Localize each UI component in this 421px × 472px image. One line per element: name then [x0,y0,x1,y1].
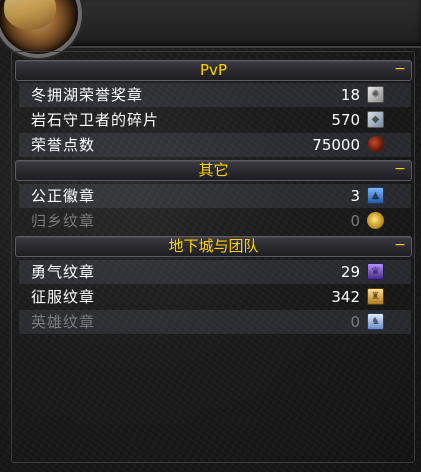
top-title-bar [60,0,421,48]
currency-count: 0 [350,313,360,331]
currency-count: 0 [350,212,360,230]
currency-name: 岩石守卫者的碎片 [31,111,160,129]
currency-row[interactable]: 公正徽章 3 ▲ [19,184,411,208]
currency-count: 570 [331,111,360,129]
currency-row[interactable]: 冬拥湖荣誉奖章 18 ✺ [19,83,411,107]
currency-name: 公正徽章 [31,187,96,205]
currency-name: 勇气纹章 [31,263,96,281]
currency-count: 18 [340,86,360,104]
currency-count: 29 [340,263,360,281]
collapse-icon[interactable]: − [392,62,408,77]
currency-row[interactable]: 勇气纹章 29 ♛ [19,260,411,284]
honor-points-icon [368,136,384,152]
currency-count: 75000 [312,136,360,154]
currency-row[interactable]: 荣誉点数 75000 [19,133,411,157]
section-header-pvp[interactable]: PvP − [15,60,412,81]
section-header-other[interactable]: 其它 − [15,160,412,181]
currency-count: 342 [331,288,360,306]
currency-name: 归乡纹章 [31,212,96,230]
currency-name: 英雄纹章 [31,313,96,331]
collapse-icon[interactable]: − [392,238,408,253]
section-title: 其它 [198,161,229,179]
section-header-dungeons-raids[interactable]: 地下城与团队 − [15,236,412,257]
currency-row[interactable]: 征服纹章 342 ♜ [19,285,411,309]
currency-row[interactable]: 归乡纹章 0 [19,209,411,233]
section-title: 地下城与团队 [168,237,259,255]
stone-keeper-shard-icon: ◆ [367,111,384,128]
currency-row[interactable]: 英雄纹章 0 ♞ [19,310,411,334]
collapse-icon[interactable]: − [392,162,408,177]
currency-name: 征服纹章 [31,288,96,306]
currency-name: 荣誉点数 [31,136,96,154]
badge-of-justice-icon: ▲ [367,187,384,204]
emblem-of-homecoming-icon [367,212,384,229]
wintergrasp-mark-icon: ✺ [367,86,384,103]
emblem-of-heroism-icon: ♞ [367,313,384,330]
currency-count: 3 [350,187,360,205]
emblem-of-conquest-icon: ♜ [367,288,384,305]
currency-row[interactable]: 岩石守卫者的碎片 570 ◆ [19,108,411,132]
section-title: PvP [200,61,227,79]
emblem-of-valor-icon: ♛ [367,263,384,280]
currency-name: 冬拥湖荣誉奖章 [31,86,144,104]
